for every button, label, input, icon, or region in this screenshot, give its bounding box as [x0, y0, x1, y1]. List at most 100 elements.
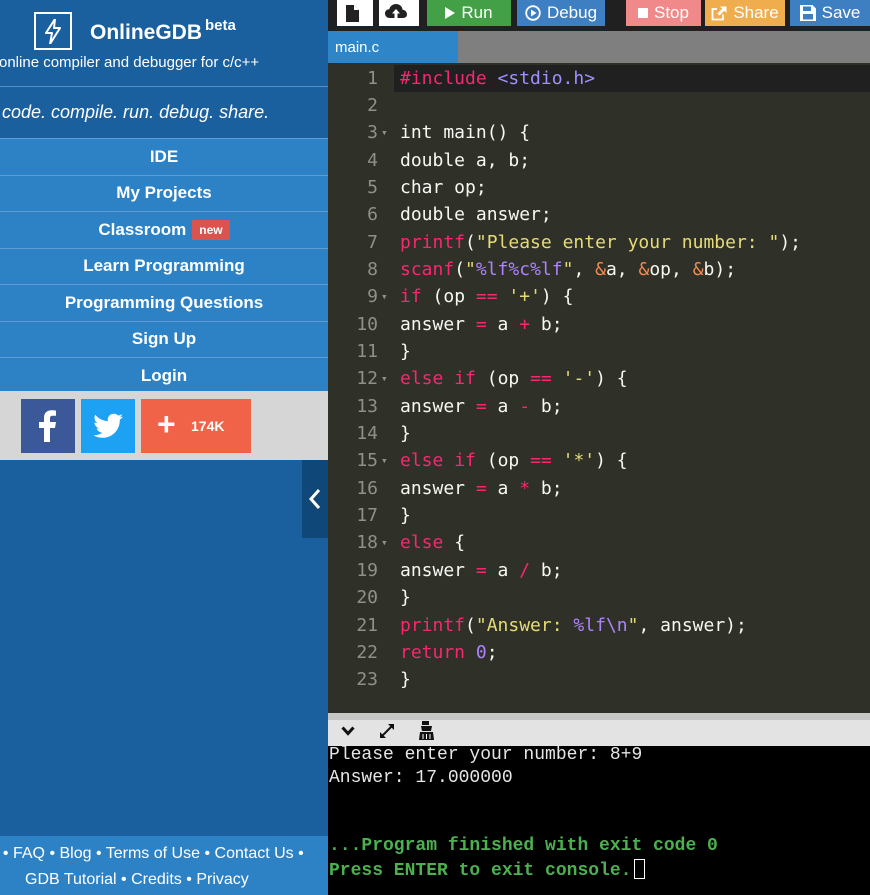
line-number[interactable]: 12 [328, 365, 378, 392]
stop-icon [638, 8, 648, 18]
fold-arrow-icon[interactable]: ▾ [381, 365, 388, 392]
twitter-icon [93, 413, 123, 438]
code-line: else if (op == '-') { [400, 368, 628, 390]
footer-link-faq[interactable]: FAQ [13, 845, 45, 862]
chevron-left-icon [308, 489, 321, 509]
console-output[interactable]: Please enter your number: 8+9 Answer: 17… [328, 745, 870, 895]
sidebar-item-my-projects[interactable]: My Projects [0, 174, 328, 211]
facebook-button[interactable] [21, 399, 75, 453]
footer-link-terms[interactable]: Terms of Use [106, 845, 200, 862]
line-number[interactable]: 6 [328, 201, 378, 228]
line-number[interactable]: 2 [328, 92, 378, 119]
program-finished-text: ...Program finished with exit code 0 [329, 836, 718, 856]
sidebar-item-login[interactable]: Login [0, 357, 328, 394]
line-number[interactable]: 18 [328, 529, 378, 556]
sidebar-item-label: Sign Up [131, 329, 197, 349]
line-number[interactable]: 5 [328, 174, 378, 201]
chevron-down-icon[interactable] [341, 726, 355, 736]
new-file-button[interactable] [337, 0, 373, 26]
code-line: } [400, 505, 411, 527]
sidebar-item-programming-questions[interactable]: Programming Questions [0, 284, 328, 321]
code-line: double a, b; [400, 149, 531, 171]
sidebar-item-label: IDE [149, 146, 179, 166]
line-number[interactable]: 3 [328, 119, 378, 146]
line-number[interactable]: 17 [328, 502, 378, 529]
stop-button[interactable]: Stop [626, 0, 701, 26]
fold-arrow-icon[interactable]: ▾ [381, 529, 388, 556]
line-number[interactable]: 22 [328, 639, 378, 666]
share-count-button[interactable]: + 174K [141, 399, 251, 453]
sidebar: OnlineGDB beta online compiler and debugg… [0, 0, 328, 895]
line-number[interactable]: 23 [328, 666, 378, 693]
brand-suffix: beta [205, 17, 236, 34]
line-number[interactable]: 13 [328, 393, 378, 420]
line-number[interactable]: 7 [328, 229, 378, 256]
facebook-icon [39, 410, 56, 442]
file-tab-main-c[interactable]: main.c [328, 31, 458, 63]
console-cursor[interactable] [634, 859, 646, 879]
code-line: int main() { [400, 122, 531, 144]
logo-icon[interactable] [34, 12, 72, 50]
footer-link-contact[interactable]: Contact Us [215, 845, 294, 862]
share-label: Share [733, 3, 779, 22]
code-line: answer = a / b; [400, 559, 563, 581]
share-count: 174K [191, 418, 225, 434]
code-line: printf("Please enter your number: "); [400, 231, 801, 253]
code-line: double answer; [400, 204, 552, 226]
save-label: Save [821, 3, 861, 22]
line-number[interactable]: 21 [328, 612, 378, 639]
run-label: Run [461, 3, 493, 22]
save-icon [799, 5, 816, 21]
sidebar-item-label: My Projects [116, 183, 212, 203]
footer-link-gdb-tutorial[interactable]: GDB Tutorial [25, 871, 117, 888]
footer-link-credits[interactable]: Credits [131, 871, 182, 888]
line-number[interactable]: 16 [328, 475, 378, 502]
code-line: } [400, 341, 411, 362]
line-number[interactable]: 20 [328, 584, 378, 611]
line-number[interactable]: 10 [328, 311, 378, 338]
console-prompt: Press ENTER to exit console. [329, 859, 646, 881]
twitter-button[interactable] [81, 399, 135, 453]
run-button[interactable]: Run [427, 0, 511, 26]
clear-console-icon[interactable] [419, 721, 435, 741]
line-number[interactable]: 14 [328, 420, 378, 447]
code-line: answer = a + b; [400, 313, 563, 335]
sidebar-item-label: Programming Questions [64, 292, 264, 312]
code-editor[interactable]: 1 2 3 ▾ 4 5 6 7 8 9 ▾ 10 11 12 ▾ 13 14 15 ▾ 16 17 18 ▾ 19 20 21 22… [328, 63, 870, 713]
sidebar-item-ide[interactable]: IDE [0, 138, 328, 175]
line-number[interactable]: 1 [328, 65, 378, 92]
cloud-upload-icon [385, 4, 407, 20]
footer-link-blog[interactable]: Blog [60, 845, 92, 862]
expand-icon[interactable] [378, 722, 396, 740]
sidebar-item-learn-programming[interactable]: Learn Programming [0, 247, 328, 284]
code-line: char op; [400, 176, 487, 198]
debug-button[interactable]: Debug [517, 0, 605, 26]
line-number[interactable]: 4 [328, 147, 378, 174]
line-number[interactable]: 15 [328, 447, 378, 474]
sidebar-item-sign-up[interactable]: Sign Up [0, 320, 328, 357]
share-button[interactable]: Share [705, 0, 785, 26]
upload-button[interactable] [379, 0, 419, 26]
code-line: answer = a - b; [400, 395, 563, 417]
code-line: printf("Answer: %lf\n", answer); [400, 614, 747, 636]
fold-arrow-icon[interactable]: ▾ [381, 283, 388, 310]
brand[interactable]: OnlineGDB beta [90, 17, 236, 45]
debug-icon [525, 5, 541, 21]
fold-arrow-icon[interactable]: ▾ [381, 447, 388, 474]
footer-line-1: t • FAQ • Blog • Terms of Use • Contact … [2, 845, 304, 862]
collapse-sidebar-button[interactable] [302, 460, 328, 538]
code-line: answer = a * b; [400, 477, 563, 499]
debug-label: Debug [546, 3, 598, 22]
fold-arrow-icon[interactable]: ▾ [381, 119, 388, 146]
sidebar-item-label: Classroom [98, 219, 187, 239]
line-number[interactable]: 8 [328, 256, 378, 283]
line-number[interactable]: 9 [328, 283, 378, 310]
sidebar-item-classroom[interactable]: Classroom new [0, 211, 328, 248]
footer-link-privacy[interactable]: Privacy [196, 871, 248, 888]
code-line: } [400, 423, 411, 445]
code-line: } [400, 587, 411, 609]
brand-name: OnlineGDB [90, 21, 203, 44]
line-number[interactable]: 11 [328, 338, 378, 365]
save-button[interactable]: Save [790, 0, 870, 26]
line-number[interactable]: 19 [328, 557, 378, 584]
